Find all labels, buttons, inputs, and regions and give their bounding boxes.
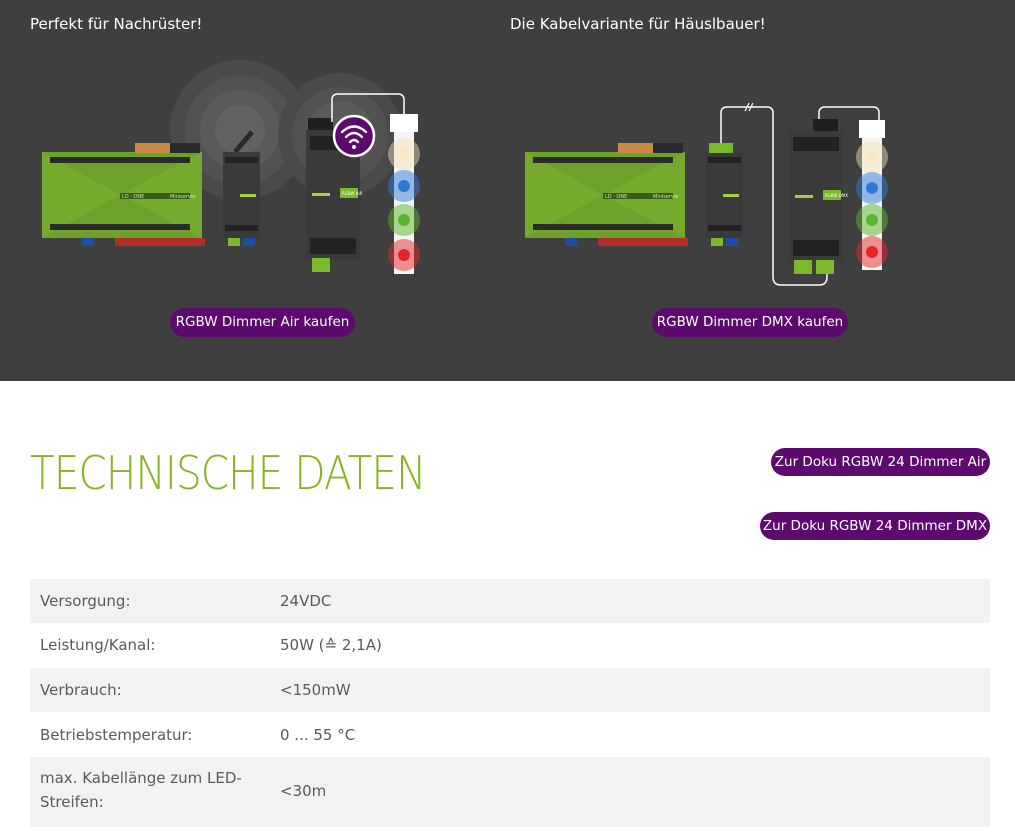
spec-value: 0 ... 55 °C	[280, 726, 356, 744]
spec-row: Leistung/Kanal: 50W (≙ 2,1A)	[30, 623, 990, 668]
spec-table: Versorgung: 24VDC Leistung/Kanal: 50W (≙…	[30, 579, 990, 827]
spec-label: Verbrauch:	[40, 681, 122, 699]
spec-value: 50W (≙ 2,1A)	[280, 636, 382, 654]
illustration-dmx-setup: LD · ONE Miniserver RGBW DMX	[525, 102, 888, 286]
spec-row: Verbrauch: <150mW	[30, 668, 990, 712]
hero-title-dmx: Die Kabelvariante für Häuslbauer!	[510, 15, 766, 33]
section-title-technical-data: TECHNISCHE DATEN	[30, 446, 426, 500]
miniserver-label-dmx: LD · ONE	[605, 194, 627, 200]
spec-value: <30m	[280, 782, 327, 800]
spec-value: 24VDC	[280, 592, 332, 610]
spec-row: Versorgung: 24VDC	[30, 579, 990, 623]
spec-label: max. Kabellänge zum LED-Streifen:	[40, 769, 242, 811]
spec-row: max. Kabellänge zum LED-Streifen: <30m	[30, 757, 990, 827]
doc-link-dimmer-air-button[interactable]: Zur Doku RGBW 24 Dimmer Air	[771, 448, 990, 476]
miniserver-brand-air: Miniserver	[170, 194, 197, 200]
hero-column-air: Perfekt für Nachrüster! LD · ONE Miniser…	[0, 0, 507, 381]
hero-column-dmx: Die Kabelvariante für Häuslbauer! LD · O…	[507, 0, 1015, 381]
buy-rgbw-dimmer-air-button[interactable]: RGBW Dimmer Air kaufen	[170, 308, 355, 337]
illustration-air-setup: LD · ONE Miniserver RGBW AIR	[42, 60, 420, 274]
dimmer-label-air: RGBW AIR	[342, 191, 363, 196]
spec-label: Betriebstemperatur:	[40, 726, 193, 744]
dimmer-label-dmx: RGBW DMX	[825, 193, 848, 198]
spec-row: Betriebstemperatur: 0 ... 55 °C	[30, 712, 990, 757]
hero-title-air: Perfekt für Nachrüster!	[30, 15, 203, 33]
spec-value: <150mW	[280, 681, 351, 699]
doc-link-dimmer-dmx-button[interactable]: Zur Doku RGBW 24 Dimmer DMX	[760, 512, 990, 540]
spec-label: Leistung/Kanal:	[40, 636, 156, 654]
hero-section: Perfekt für Nachrüster! LD · ONE Miniser…	[0, 0, 1015, 381]
miniserver-brand-dmx: Miniserver	[653, 194, 680, 200]
buy-rgbw-dimmer-dmx-button[interactable]: RGBW Dimmer DMX kaufen	[652, 308, 848, 337]
miniserver-label-air: LD · ONE	[122, 194, 144, 200]
spec-label: Versorgung:	[40, 592, 131, 610]
